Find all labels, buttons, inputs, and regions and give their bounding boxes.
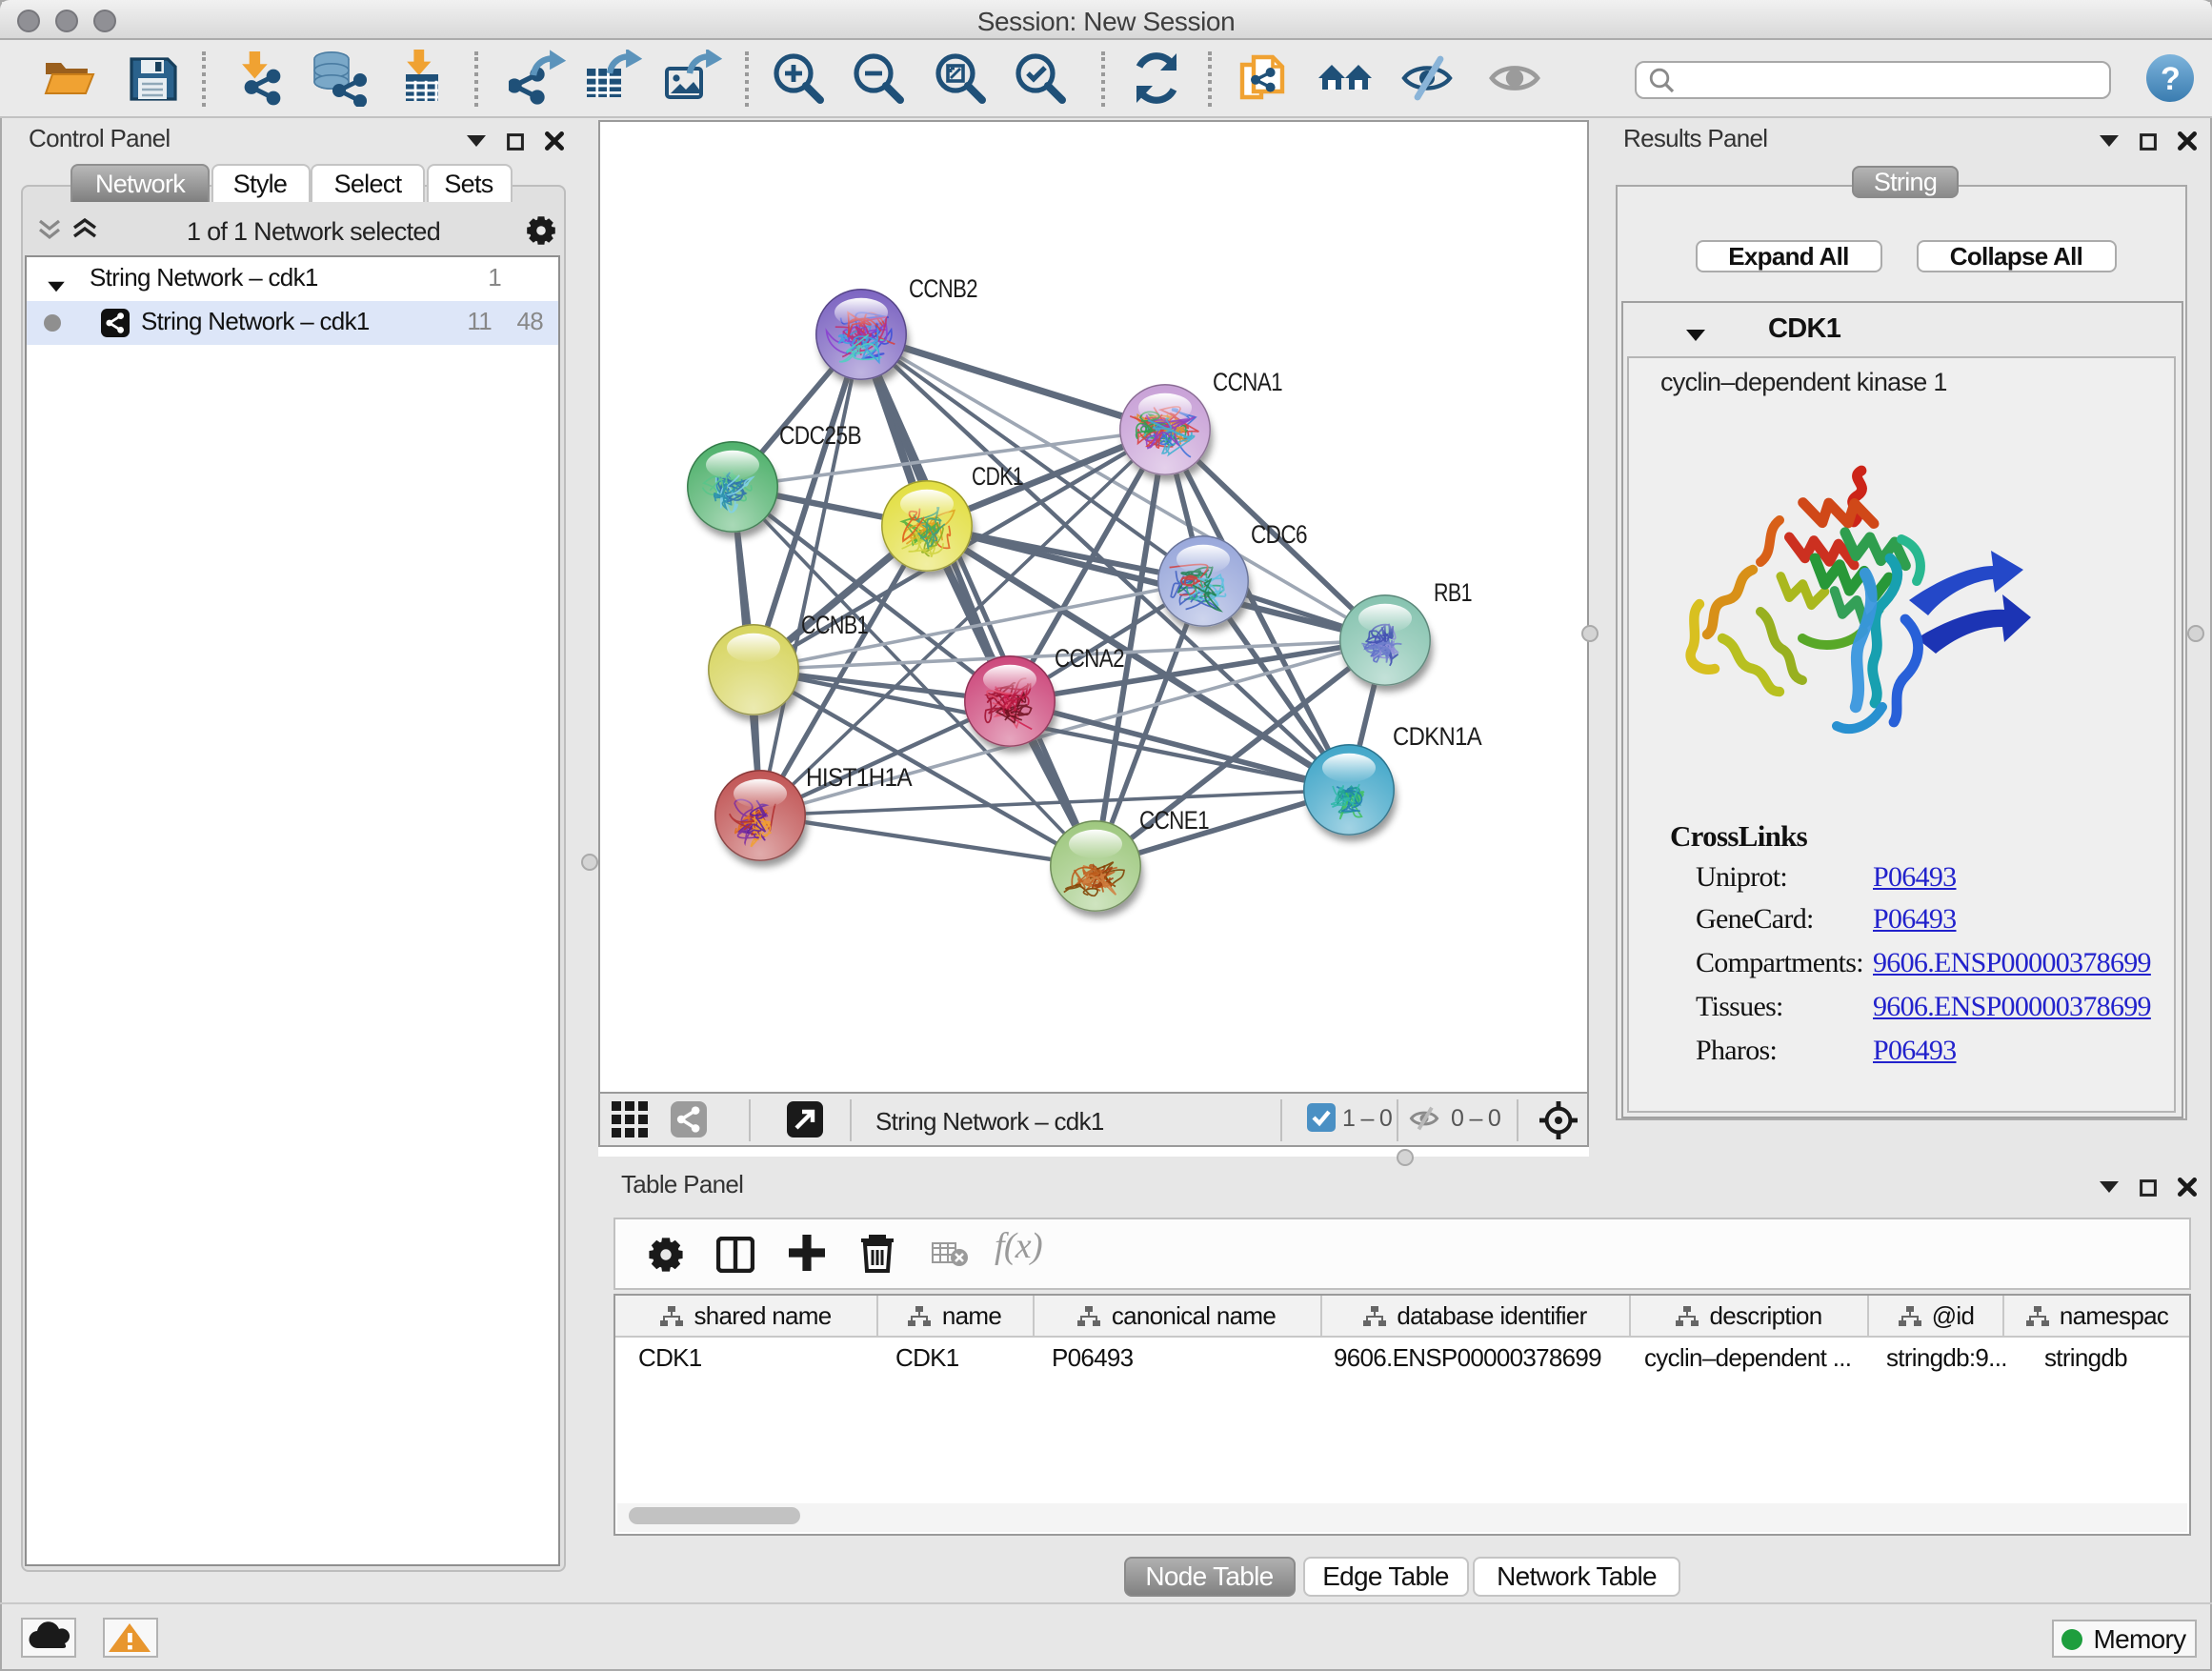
- svg-text:CDK1: CDK1: [971, 461, 1022, 490]
- svg-text:CCNA2: CCNA2: [1054, 643, 1123, 672]
- svg-text:RB1: RB1: [1433, 577, 1471, 606]
- svg-text:CDC25B: CDC25B: [778, 420, 860, 449]
- svg-text:?: ?: [2160, 61, 2179, 97]
- svg-text:HIST1H1A: HIST1H1A: [805, 762, 912, 791]
- svg-text:CCNE1: CCNE1: [1138, 805, 1208, 834]
- svg-text:CDC6: CDC6: [1250, 519, 1306, 548]
- svg-text:CCNB1: CCNB1: [800, 610, 867, 638]
- svg-text:CCNB2: CCNB2: [908, 273, 976, 302]
- svg-text:CDKN1A: CDKN1A: [1392, 721, 1481, 750]
- svg-text:CCNA1: CCNA1: [1212, 367, 1281, 395]
